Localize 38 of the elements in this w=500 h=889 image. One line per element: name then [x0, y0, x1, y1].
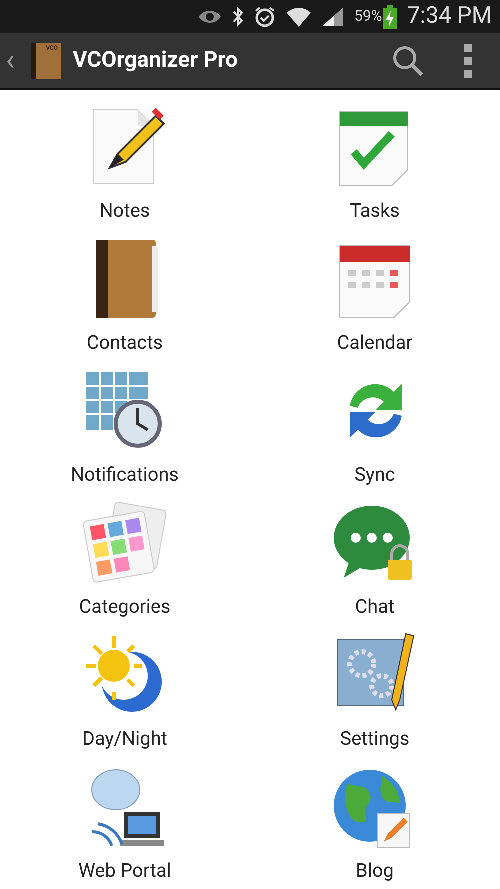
- menu-tile[interactable]: Day/Night: [0, 622, 250, 754]
- tile-label: Day/Night: [82, 728, 168, 750]
- tile-label: Blog: [356, 860, 394, 882]
- tile-label: Contacts: [86, 332, 164, 354]
- menu-tile[interactable]: Settings: [250, 622, 500, 754]
- menu-tile[interactable]: Categories: [0, 490, 250, 622]
- wifi-icon: [286, 6, 312, 28]
- menu-tile[interactable]: Sync: [250, 358, 500, 490]
- battery-percent: 59%: [354, 6, 382, 28]
- menu-icon: [464, 44, 472, 78]
- tile-label: Calendar: [337, 332, 413, 354]
- tile-label: Notifications: [70, 464, 179, 486]
- tile-label: Settings: [340, 728, 410, 750]
- clock-time: 7:34 PM: [407, 1, 492, 32]
- menu-tile[interactable]: Chat: [250, 490, 500, 622]
- overflow-menu-button[interactable]: [464, 44, 472, 78]
- search-icon: [392, 44, 424, 76]
- menu-tile[interactable]: Web Portal: [0, 754, 250, 886]
- bluetooth-icon: [232, 6, 244, 26]
- menu-tile[interactable]: Calendar: [250, 226, 500, 358]
- tile-label: Sync: [354, 464, 396, 486]
- menu-tile[interactable]: Notes: [0, 94, 250, 226]
- alarm-clock-icon: [254, 6, 276, 28]
- search-button[interactable]: [392, 44, 424, 76]
- eye-icon: [198, 8, 222, 24]
- charging-battery-icon: [383, 4, 398, 28]
- menu-tile[interactable]: Tasks: [250, 94, 500, 226]
- menu-tile[interactable]: Blog: [250, 754, 500, 886]
- signal-icon: [322, 6, 344, 26]
- tile-label: Tasks: [350, 200, 400, 222]
- menu-tile[interactable]: Contacts: [0, 226, 250, 358]
- menu-tile[interactable]: Notifications: [0, 358, 250, 490]
- tile-label: Notes: [100, 200, 150, 222]
- back-button[interactable]: ‹: [0, 46, 32, 76]
- tile-label: Categories: [79, 596, 171, 618]
- tile-label: Chat: [355, 596, 395, 618]
- app-title: VCOrganizer Pro: [73, 47, 239, 75]
- tile-label: Web Portal: [78, 860, 172, 882]
